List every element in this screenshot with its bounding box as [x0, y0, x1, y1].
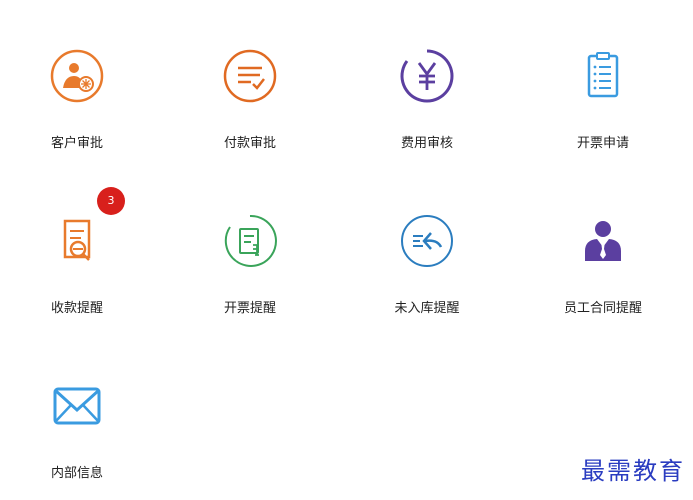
- tile-label: 收款提醒: [50, 301, 103, 316]
- tile-invoice-reminder[interactable]: 开票提醒: [195, 195, 305, 316]
- watermark-logo: 最需教育: [581, 457, 685, 485]
- tile-label: 开票提醒: [223, 301, 276, 316]
- tile-employee-contract-reminder[interactable]: 员工合同提醒: [548, 195, 658, 316]
- tile-label: 未入库提醒: [394, 301, 460, 316]
- tile-label: 内部信息: [50, 466, 103, 481]
- not-stocked-reminder-icon: [397, 211, 457, 271]
- tile-label: 客户审批: [50, 136, 103, 151]
- tile-invoice-request[interactable]: 开票申请: [548, 30, 658, 151]
- expense-review-icon: [397, 46, 457, 106]
- tile-label: 费用审核: [400, 136, 453, 151]
- tile-label: 开票申请: [576, 136, 629, 151]
- tile-internal-message[interactable]: 内部信息: [22, 360, 132, 481]
- tile-label: 付款审批: [223, 136, 276, 151]
- invoice-request-icon: [573, 46, 633, 106]
- unread-count-badge: 3: [97, 187, 125, 215]
- tile-payment-approval[interactable]: 付款审批: [195, 30, 305, 151]
- customer-approval-icon: [47, 46, 107, 106]
- tile-label: 员工合同提醒: [563, 301, 642, 316]
- invoice-reminder-icon: [220, 211, 280, 271]
- payment-approval-icon: [220, 46, 280, 106]
- collection-reminder-icon: [47, 211, 107, 271]
- internal-message-icon: [47, 376, 107, 436]
- app-grid: 客户审批 付款审批 费用审核 开票申请 收款提醒 3 开票提醒 未入库提醒 员工…: [0, 0, 693, 500]
- tile-expense-review[interactable]: 费用审核: [372, 30, 482, 151]
- employee-contract-reminder-icon: [573, 211, 633, 271]
- tile-customer-approval[interactable]: 客户审批: [22, 30, 132, 151]
- tile-not-stocked-reminder[interactable]: 未入库提醒: [372, 195, 482, 316]
